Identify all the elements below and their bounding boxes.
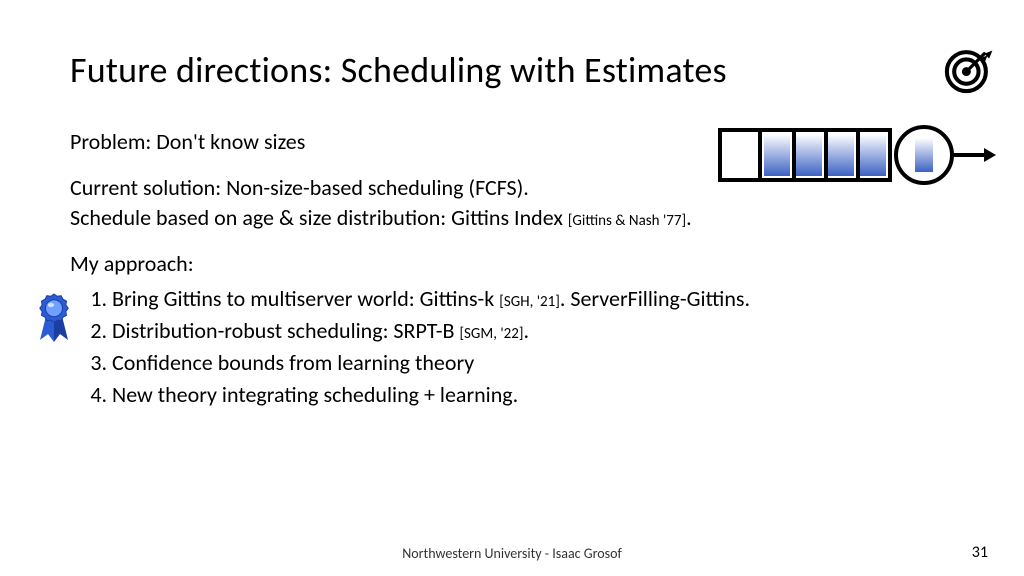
li1-cite: [SGH, '21] <box>499 293 560 311</box>
li2-cite: [SGM, '22] <box>459 325 523 343</box>
award-ribbon-icon <box>34 292 74 344</box>
target-icon <box>942 44 994 96</box>
slide-title: Future directions: Scheduling with Estim… <box>70 48 727 92</box>
li1-pre: Bring Gittins to multiserver world: Gitt… <box>112 285 499 312</box>
cs-line2-post: . <box>686 204 692 231</box>
footer-center: Northwestern University - Isaac Grosof <box>0 545 1024 562</box>
current-solution-line1: Current solution: Non-size-based schedul… <box>70 174 970 202</box>
cs-line2-pre: Schedule based on age & size distributio… <box>70 204 568 231</box>
approach-list: Bring Gittins to multiserver world: Gitt… <box>70 285 970 410</box>
li2-pre: Distribution-robust scheduling: SRPT-B <box>112 317 459 344</box>
slide-body: Problem: Don't know sizes Current soluti… <box>70 128 970 413</box>
slide: Future directions: Scheduling with Estim… <box>0 0 1024 576</box>
li2-post: . <box>523 317 529 344</box>
current-solution-block: Current solution: Non-size-based schedul… <box>70 174 970 232</box>
problem-line: Problem: Don't know sizes <box>70 128 970 156</box>
list-item: Confidence bounds from learning theory <box>112 349 970 377</box>
approach-label: My approach: <box>70 250 970 278</box>
current-solution-line2: Schedule based on age & size distributio… <box>70 204 970 232</box>
cs-line2-cite: [Gittins & Nash '77] <box>568 212 686 230</box>
list-item: New theory integrating scheduling + lear… <box>112 381 970 409</box>
page-number: 31 <box>972 543 988 562</box>
li1-post: . ServerFilling-Gittins. <box>560 285 750 312</box>
list-item: Distribution-robust scheduling: SRPT-B [… <box>112 317 970 345</box>
list-item: Bring Gittins to multiserver world: Gitt… <box>112 285 970 313</box>
